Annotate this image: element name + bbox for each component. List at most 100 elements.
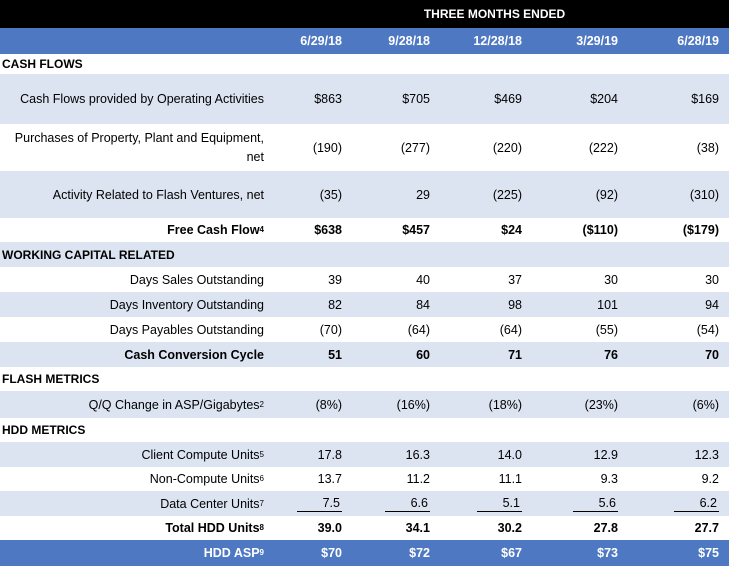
cell-value: (55) xyxy=(595,322,618,337)
row-label: Free Cash Flow 4 xyxy=(167,223,264,237)
cell-value: 16.3 xyxy=(405,447,430,462)
cell-value: 101 xyxy=(597,297,618,312)
cell-value: 39.0 xyxy=(317,521,342,535)
row-label: Activity Related to Flash Ventures, net xyxy=(52,187,264,202)
cell-value: $67 xyxy=(501,546,522,560)
section-header-row: WORKING CAPITAL RELATED xyxy=(0,242,729,267)
table-row: Client Compute Units 5 17.8 16.3 14.0 12.… xyxy=(0,442,729,468)
cell-value: 30 xyxy=(604,272,618,287)
section-header-row: FLASH METRICS xyxy=(0,367,729,391)
cell-value: 27.8 xyxy=(593,521,618,535)
table-row: Purchases of Property, Plant and Equipme… xyxy=(0,124,729,171)
cell-value: 12.3 xyxy=(694,447,719,462)
cell-value: 30.2 xyxy=(497,521,522,535)
table-row: Data Center Units 7 7.5 6.6 5.1 5.6 6.2 xyxy=(0,491,729,516)
row-label: Data Center Units 7 xyxy=(160,496,264,511)
cell-value: $863 xyxy=(314,92,342,106)
cell-value: (35) xyxy=(319,187,342,202)
financial-metrics-table: THREE MONTHS ENDED 6/29/18 9/28/18 12/28… xyxy=(0,0,729,566)
table-row: Days Sales Outstanding 39 40 37 30 30 xyxy=(0,267,729,292)
cell-value: (225) xyxy=(492,187,522,202)
row-label: HDD ASP 9 xyxy=(203,546,264,560)
cell-value: ($110) xyxy=(582,223,618,237)
cell-value: 76 xyxy=(604,347,618,362)
cell-value: (222) xyxy=(588,140,618,155)
cell-value: (18%) xyxy=(488,397,522,412)
cell-value: 71 xyxy=(508,347,522,362)
cell-value: 30 xyxy=(705,272,719,287)
table-row: Free Cash Flow 4 $638 $457 $24 ($110) ($1… xyxy=(0,218,729,242)
cell-value: (310) xyxy=(689,187,719,202)
cell-value: 39 xyxy=(328,272,342,287)
working-capital-section-title: WORKING CAPITAL RELATED xyxy=(2,247,175,262)
table-row: Total HDD Units 8 39.0 34.1 30.2 27.8 27.… xyxy=(0,516,729,540)
cell-value: (16%) xyxy=(396,397,430,412)
row-label: Non-Compute Units 6 xyxy=(149,472,264,486)
cell-value: 29 xyxy=(416,187,430,202)
cell-value: $70 xyxy=(321,546,342,560)
cell-value: 17.8 xyxy=(317,447,342,462)
row-label: Days Inventory Outstanding xyxy=(109,297,264,312)
section-header-row: CASH FLOWS xyxy=(0,54,729,74)
section-header-row: HDD METRICS xyxy=(0,418,729,442)
cell-value: 13.7 xyxy=(317,472,342,486)
table-row: Cash Flows provided by Operating Activit… xyxy=(0,74,729,125)
cell-value: 60 xyxy=(416,347,430,362)
cell-value: 37 xyxy=(508,272,522,287)
hdd-metrics-section-title: HDD METRICS xyxy=(2,423,86,437)
flash-metrics-section-title: FLASH METRICS xyxy=(2,372,100,386)
cell-value: 11.2 xyxy=(406,472,430,486)
table-row: Cash Conversion Cycle 51 60 71 76 70 xyxy=(0,342,729,367)
period-col-5: 6/28/19 xyxy=(677,34,719,48)
period-col-4: 3/29/19 xyxy=(576,34,618,48)
row-label: Days Payables Outstanding xyxy=(109,322,264,337)
cell-value: (277) xyxy=(400,140,430,155)
cell-value: 27.7 xyxy=(694,521,719,535)
cell-value: (6%) xyxy=(692,397,719,412)
row-label-line: net xyxy=(246,149,264,164)
cell-value: 51 xyxy=(328,347,342,362)
cell-value: $705 xyxy=(402,92,430,106)
table-row: Q/Q Change in ASP/Gigabytes 2 (8%) (16%) … xyxy=(0,391,729,418)
cell-value: $169 xyxy=(691,92,719,106)
cell-value: $72 xyxy=(409,546,430,560)
cell-value: (92) xyxy=(595,187,618,202)
cell-value: $73 xyxy=(597,546,618,560)
row-label: Cash Flows provided by Operating Activit… xyxy=(20,92,264,106)
cell-value: 98 xyxy=(508,297,522,312)
cell-value: $204 xyxy=(590,92,618,106)
cell-value: 84 xyxy=(416,297,430,312)
cell-value: 6.6 xyxy=(348,491,436,516)
period-header-row: 6/29/18 9/28/18 12/28/18 3/29/19 6/28/19 xyxy=(0,28,729,54)
cell-value: 14.0 xyxy=(497,447,522,462)
cell-value: 5.1 xyxy=(436,491,528,516)
cell-value: 40 xyxy=(416,272,430,287)
cell-value: 70 xyxy=(705,347,719,362)
cell-value: 6.2 xyxy=(625,491,729,516)
three-months-ended-title: THREE MONTHS ENDED xyxy=(423,7,566,21)
row-label: Purchases of Property, Plant and Equipme… xyxy=(0,124,270,171)
cell-value: (70) xyxy=(319,322,342,337)
table-row: Non-Compute Units 6 13.7 11.2 11.1 9.3 9.… xyxy=(0,467,729,491)
cell-value: $638 xyxy=(314,223,342,237)
cell-value: (54) xyxy=(696,322,719,337)
row-label: Q/Q Change in ASP/Gigabytes 2 xyxy=(88,397,264,412)
cell-value: $457 xyxy=(402,223,430,237)
cell-value: $24 xyxy=(501,223,522,237)
table-row: Days Payables Outstanding (70) (64) (64)… xyxy=(0,317,729,342)
cell-value: 9.2 xyxy=(701,472,719,486)
cash-flows-section-title: CASH FLOWS xyxy=(2,57,83,71)
cell-value: (23%) xyxy=(584,397,618,412)
period-col-2: 9/28/18 xyxy=(388,34,430,48)
cell-value: (64) xyxy=(407,322,430,337)
cell-value: 5.6 xyxy=(528,491,625,516)
cell-value: $469 xyxy=(494,92,522,106)
row-label: Cash Conversion Cycle xyxy=(124,347,264,362)
table-row: Days Inventory Outstanding 82 84 98 101 … xyxy=(0,292,729,318)
cell-value: (38) xyxy=(696,140,719,155)
header-group-row: THREE MONTHS ENDED xyxy=(0,0,729,28)
row-label: Client Compute Units 5 xyxy=(141,447,264,462)
cell-value: (220) xyxy=(492,140,522,155)
cell-value: ($179) xyxy=(682,223,719,237)
table-row: HDD ASP 9 $70 $72 $67 $73 $75 xyxy=(0,540,729,566)
